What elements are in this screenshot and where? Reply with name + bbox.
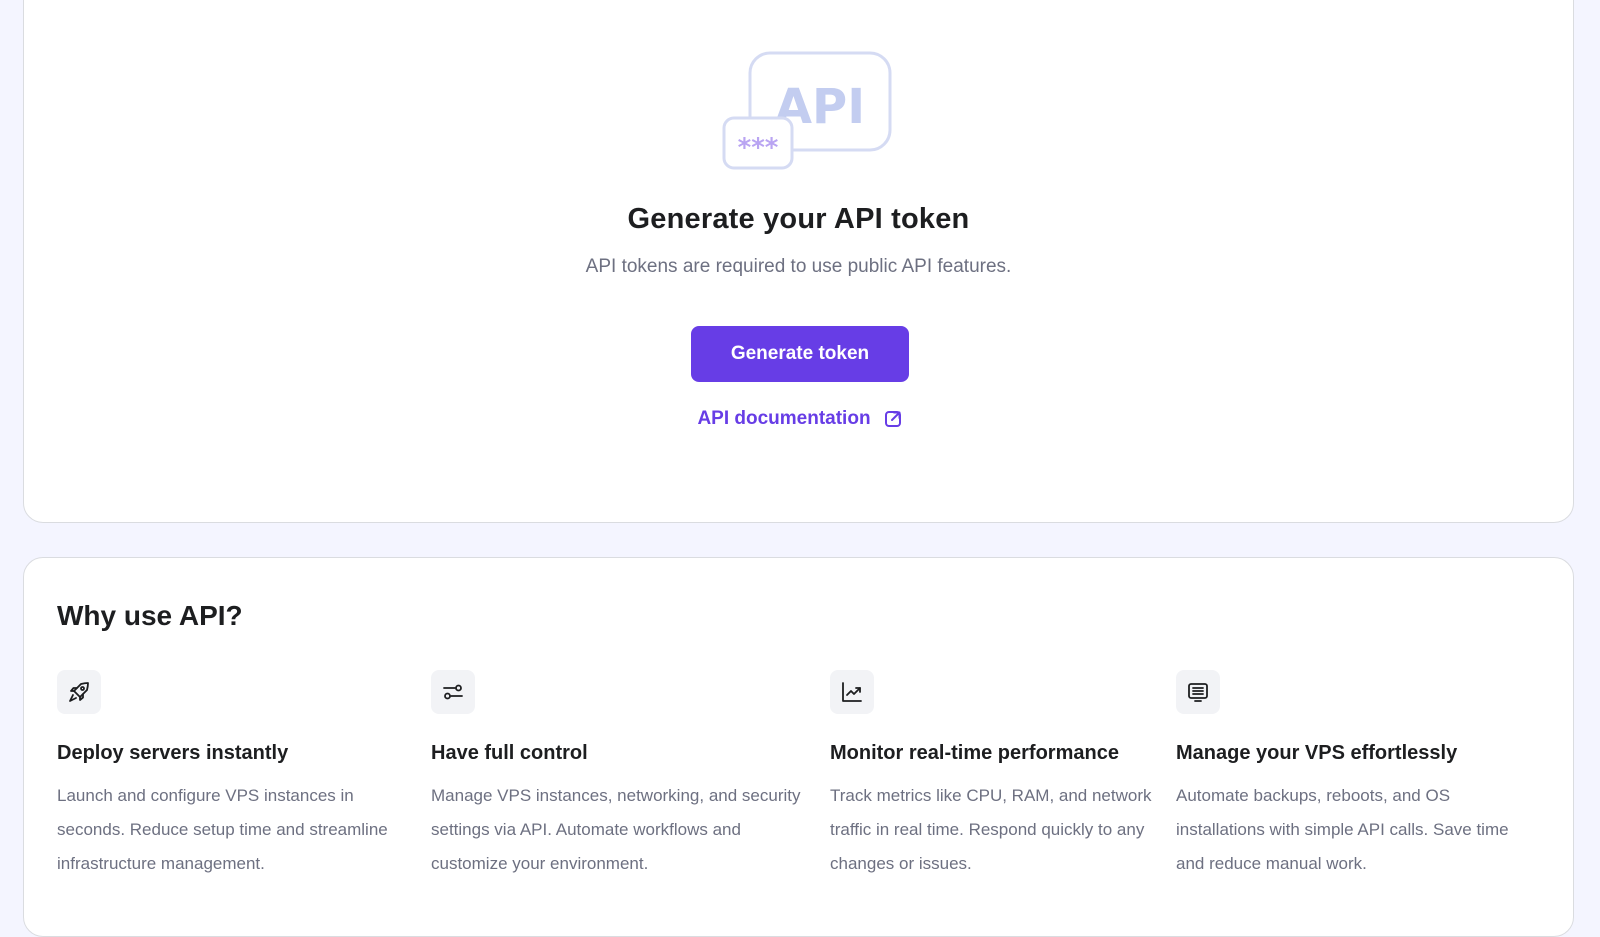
server-list-icon	[1188, 683, 1208, 702]
feature-description: Manage VPS instances, networking, and se…	[431, 786, 801, 873]
feature-icon-box	[830, 670, 874, 714]
chart-line-icon	[842, 682, 862, 702]
api-documentation-label: API documentation	[697, 408, 871, 429]
rocket-icon	[69, 682, 89, 702]
feature-title: Have full control	[431, 742, 588, 764]
feature-description: Automate backups, reboots, and OS instal…	[1176, 786, 1509, 873]
generate-token-button[interactable]: Generate token	[691, 326, 909, 382]
api-token-card: API *** Generate your API token API toke…	[23, 0, 1574, 523]
section-title: Why use API?	[57, 600, 243, 631]
external-link-icon	[884, 411, 901, 427]
feature-title: Manage your VPS effortlessly	[1176, 742, 1458, 764]
api-token-illustration: API ***	[722, 51, 892, 170]
feature-manage-vps: Manage your VPS effortlessly Automate ba…	[1176, 670, 1521, 881]
sliders-icon	[443, 684, 463, 700]
feature-icon-box	[1176, 670, 1220, 714]
feature-description: Track metrics like CPU, RAM, and network…	[830, 786, 1152, 873]
why-use-api-card: Why use API? Deploy servers instantly La…	[23, 557, 1574, 937]
svg-text:***: ***	[738, 133, 779, 163]
page-subtitle: API tokens are required to use public AP…	[585, 256, 1012, 277]
feature-deploy-servers: Deploy servers instantly Launch and conf…	[57, 670, 407, 881]
feature-monitor-performance: Monitor real-time performance Track metr…	[830, 670, 1160, 881]
feature-full-control: Have full control Manage VPS instances, …	[431, 670, 811, 881]
feature-title: Monitor real-time performance	[830, 742, 1119, 764]
api-documentation-link[interactable]: API documentation	[691, 405, 909, 433]
feature-title: Deploy servers instantly	[57, 742, 289, 764]
feature-icon-box	[431, 670, 475, 714]
page-title: Generate your API token	[627, 203, 970, 235]
feature-icon-box	[57, 670, 101, 714]
feature-description: Launch and configure VPS instances in se…	[57, 786, 388, 873]
